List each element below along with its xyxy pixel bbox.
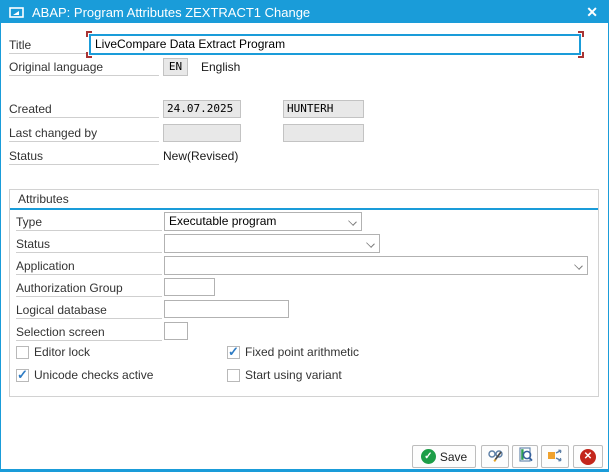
dialog-window-icon: [9, 6, 25, 19]
frame-accent-rule: [10, 208, 598, 210]
created-label: Created: [9, 101, 159, 118]
logical-database-label: Logical database: [16, 302, 162, 319]
save-check-icon: ✓: [420, 449, 436, 464]
fixed-point-arithmetic-checkbox[interactable]: Fixed point arithmetic: [227, 344, 360, 360]
attributes-frame: Attributes Type Executable program Statu…: [9, 189, 599, 397]
created-date-field[interactable]: 24.07.2025: [163, 100, 241, 118]
status-value: New(Revised): [163, 149, 239, 163]
selection-screen-input[interactable]: [164, 322, 188, 340]
cancel-button[interactable]: ✕: [573, 445, 603, 468]
original-language-field[interactable]: EN: [163, 58, 188, 76]
chevron-down-icon: [367, 240, 374, 247]
status-label: Status: [9, 148, 159, 165]
attr-status-dropdown[interactable]: [164, 234, 380, 253]
titlebar[interactable]: ABAP: Program Attributes ZEXTRACT1 Chang…: [1, 1, 608, 23]
logical-database-input[interactable]: [164, 300, 289, 318]
original-language-label: Original language: [9, 59, 159, 76]
type-dropdown[interactable]: Executable program: [164, 212, 362, 231]
where-used-icon: [547, 448, 564, 466]
chevron-down-icon: [575, 262, 582, 269]
attr-status-label: Status: [16, 236, 162, 253]
checkbox-icon[interactable]: [16, 345, 29, 359]
checkbox-label: Start using variant: [245, 368, 342, 382]
focus-corner-icon: [578, 31, 584, 37]
checkbox-label: Unicode checks active: [34, 368, 154, 382]
type-label: Type: [16, 214, 162, 231]
start-using-variant-checkbox[interactable]: Start using variant: [227, 368, 342, 382]
checkbox-icon[interactable]: [227, 368, 240, 382]
save-button-label: Save: [439, 449, 468, 464]
dialog-title: ABAP: Program Attributes ZEXTRACT1 Chang…: [32, 4, 311, 20]
unicode-checks-active-checkbox[interactable]: Unicode checks active: [16, 367, 154, 383]
focus-corner-icon: [86, 31, 92, 37]
check-icon: [518, 447, 533, 466]
checkbox-label: Fixed point arithmetic: [245, 345, 360, 359]
focus-corner-icon: [578, 52, 584, 58]
where-used-button[interactable]: [541, 445, 569, 468]
last-changed-date-field[interactable]: [163, 124, 241, 142]
selection-screen-label: Selection screen: [16, 324, 162, 341]
save-button[interactable]: ✓ Save: [412, 445, 476, 468]
type-dropdown-value: Executable program: [169, 214, 277, 228]
checkbox-label: Editor lock: [34, 345, 91, 359]
editor-lock-checkbox[interactable]: Editor lock: [16, 345, 90, 359]
last-changed-by-label: Last changed by: [9, 125, 159, 142]
check-button[interactable]: [512, 445, 538, 468]
display-change-icon: [487, 448, 504, 466]
close-icon[interactable]: ✕: [584, 2, 600, 22]
title-input[interactable]: LiveCompare Data Extract Program: [86, 31, 584, 58]
application-dropdown[interactable]: [164, 256, 588, 275]
title-input-value[interactable]: LiveCompare Data Extract Program: [89, 34, 581, 55]
display-change-button[interactable]: [481, 445, 509, 468]
checkbox-icon[interactable]: [227, 344, 240, 360]
attributes-frame-title: Attributes: [18, 192, 69, 206]
authorization-group-label: Authorization Group: [16, 280, 162, 297]
application-label: Application: [16, 258, 162, 275]
cancel-icon: ✕: [580, 448, 596, 465]
focus-corner-icon: [86, 52, 92, 58]
chevron-down-icon: [349, 218, 356, 225]
title-label: Title: [9, 37, 87, 54]
created-user-field[interactable]: HUNTERH: [283, 100, 364, 118]
original-language-name: English: [201, 60, 241, 74]
last-changed-user-field[interactable]: [283, 124, 364, 142]
checkbox-icon[interactable]: [16, 367, 29, 383]
authorization-group-input[interactable]: [164, 278, 215, 296]
dialog-window: ABAP: Program Attributes ZEXTRACT1 Chang…: [0, 0, 609, 472]
